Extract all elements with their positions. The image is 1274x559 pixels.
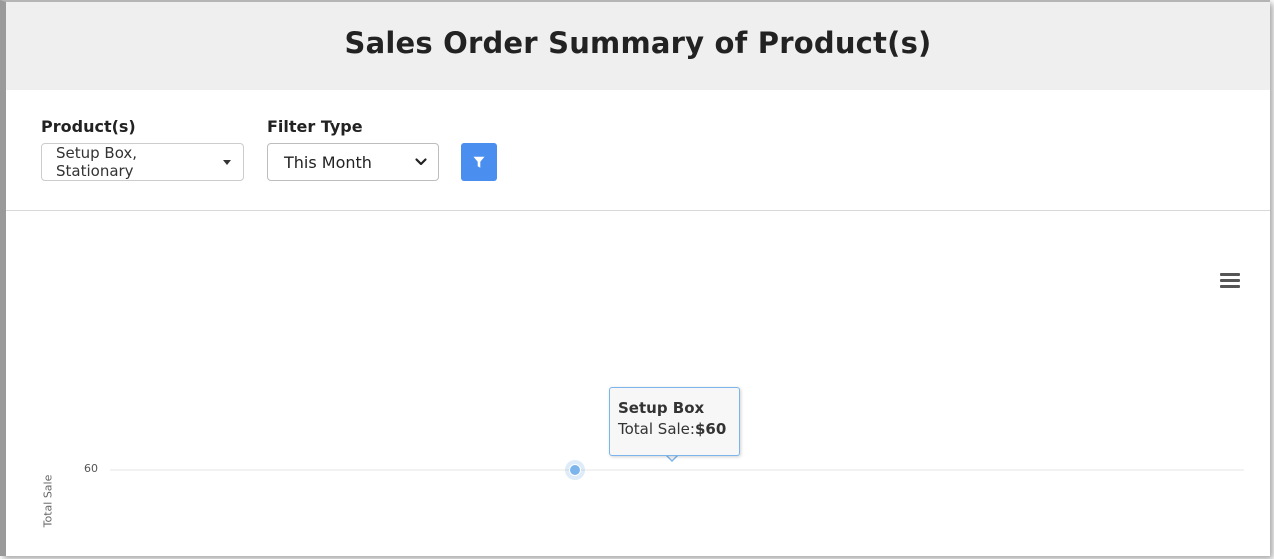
products-selected-value: Setup Box, Stationary [56, 144, 138, 180]
chevron-down-icon [415, 158, 427, 166]
tooltip-label: Total Sale: [618, 420, 695, 438]
data-point[interactable] [569, 464, 581, 476]
caret-down-icon [223, 159, 231, 165]
filter-type-select[interactable]: This Month [267, 143, 439, 181]
products-multiselect[interactable]: Setup Box, Stationary [41, 143, 244, 181]
filter-type-selected-value: This Month [284, 152, 372, 172]
filter-type-field: Filter Type This Month [267, 117, 439, 181]
apply-filter-button[interactable] [461, 143, 497, 181]
chart-container: Total Sale 60 Setup Box Total Sale:$60 [6, 211, 1270, 556]
chart-plot [110, 460, 1244, 480]
filter-bar: Product(s) Setup Box, Stationary Filter … [6, 90, 1270, 211]
products-label: Product(s) [41, 117, 136, 136]
page-title: Sales Order Summary of Product(s) [344, 26, 932, 60]
page-header: Sales Order Summary of Product(s) [6, 2, 1270, 90]
tooltip-title: Setup Box [618, 399, 705, 417]
tooltip-value: $60 [694, 420, 727, 438]
products-field: Product(s) Setup Box, Stationary [41, 117, 244, 181]
filter-icon [473, 156, 485, 168]
report-panel: Sales Order Summary of Product(s) Produc… [0, 0, 1270, 556]
chart-tooltip: Setup Box Total Sale:$60 [609, 387, 740, 456]
filter-type-label: Filter Type [267, 117, 363, 136]
